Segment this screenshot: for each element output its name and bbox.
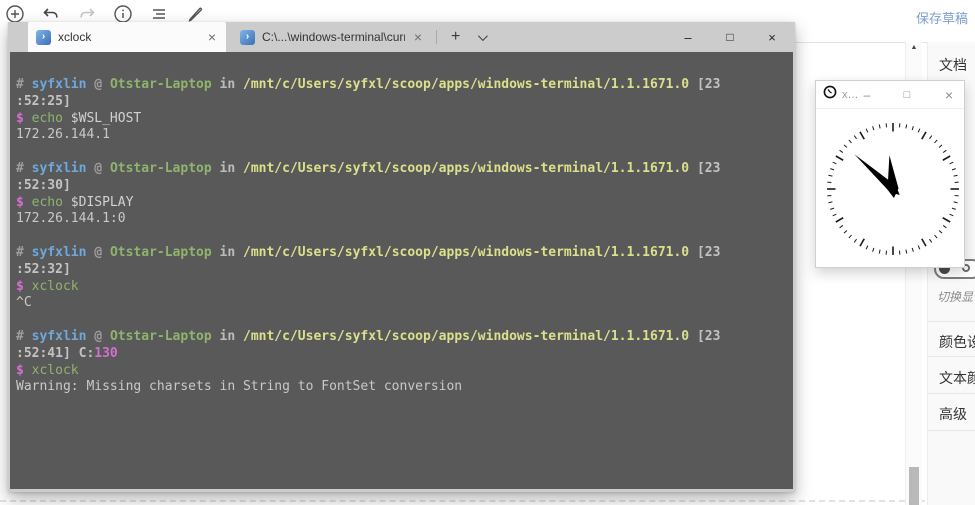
terminal-line: :52:41] C:130	[16, 346, 789, 363]
window-controls: – □ ×	[667, 22, 793, 52]
close-button[interactable]: ×	[751, 22, 793, 52]
terminal-line: ^C	[16, 295, 789, 312]
xclock-close-button[interactable]: ×	[934, 81, 964, 109]
xclock-app-icon	[823, 85, 837, 104]
xclock-title-bar[interactable]: x… – □ ×	[816, 81, 964, 109]
scroll-up-icon[interactable]: ▲	[906, 44, 922, 51]
minimize-button[interactable]: –	[667, 22, 709, 52]
terminal-line: :52:32]	[16, 262, 789, 279]
terminal-line: # syfxlin @ Otstar-Laptop in /mnt/c/User…	[16, 77, 789, 94]
panel-item-color-settings[interactable]: 颜色设	[939, 332, 975, 352]
shell-icon: ›	[36, 30, 51, 45]
terminal-line: 172.26.144.1	[16, 127, 789, 144]
maximize-button[interactable]: □	[709, 22, 751, 52]
terminal-line	[16, 228, 789, 245]
terminal-line: # syfxlin @ Otstar-Laptop in /mnt/c/User…	[16, 329, 789, 346]
terminal-line	[16, 312, 789, 329]
xclock-window: x… – □ ×	[815, 80, 965, 268]
tab-separator	[436, 30, 437, 44]
panel-title-document[interactable]: 文档	[939, 55, 967, 75]
terminal-line: # syfxlin @ Otstar-Laptop in /mnt/c/User…	[16, 161, 789, 178]
panel-item-text-color[interactable]: 文本颜	[939, 368, 975, 388]
xclock-minimize-button[interactable]: –	[852, 81, 882, 109]
terminal-tab-bar: › xclock × › C:\...\windows-terminal\cur…	[10, 22, 793, 52]
shell-icon: ›	[240, 30, 255, 45]
terminal-line: :52:30]	[16, 178, 789, 195]
terminal-line: $ xclock	[16, 279, 789, 296]
panel-note-toggle-display: 切换显	[937, 288, 973, 305]
terminal-line: :52:25]	[16, 94, 789, 111]
tab-dropdown-button[interactable]	[468, 34, 495, 41]
page-bottom-dashed-line	[0, 500, 975, 502]
terminal-line: $ echo $WSL_HOST	[16, 111, 789, 128]
terminal-content[interactable]: # syfxlin @ Otstar-Laptop in /mnt/c/User…	[10, 52, 793, 489]
terminal-line: 172.26.144.1:0	[16, 211, 789, 228]
clock-face	[816, 109, 966, 267]
tab-close-icon[interactable]: ×	[412, 30, 424, 44]
terminal-line	[16, 144, 789, 161]
save-draft-link[interactable]: 保存草稿	[916, 8, 968, 27]
windows-terminal-window: › xclock × › C:\...\windows-terminal\cur…	[8, 22, 795, 492]
tab-label: C:\...\windows-terminal\current	[262, 30, 405, 44]
chevron-down-icon	[478, 31, 488, 41]
panel-item-advanced[interactable]: 高级	[939, 404, 967, 424]
xclock-maximize-button[interactable]: □	[892, 81, 922, 109]
new-tab-button[interactable]: +	[443, 28, 468, 46]
terminal-line: $ xclock	[16, 363, 789, 380]
tab-label: xclock	[58, 30, 199, 44]
tab-xclock[interactable]: › xclock ×	[28, 22, 226, 52]
tab-close-icon[interactable]: ×	[206, 30, 218, 44]
scrollbar-thumb[interactable]	[909, 467, 919, 505]
terminal-line: $ echo $DISPLAY	[16, 195, 789, 212]
terminal-line: Warning: Missing charsets in String to F…	[16, 379, 789, 396]
tab-windows-terminal-current[interactable]: › C:\...\windows-terminal\current ×	[232, 22, 432, 52]
terminal-line: # syfxlin @ Otstar-Laptop in /mnt/c/User…	[16, 245, 789, 262]
